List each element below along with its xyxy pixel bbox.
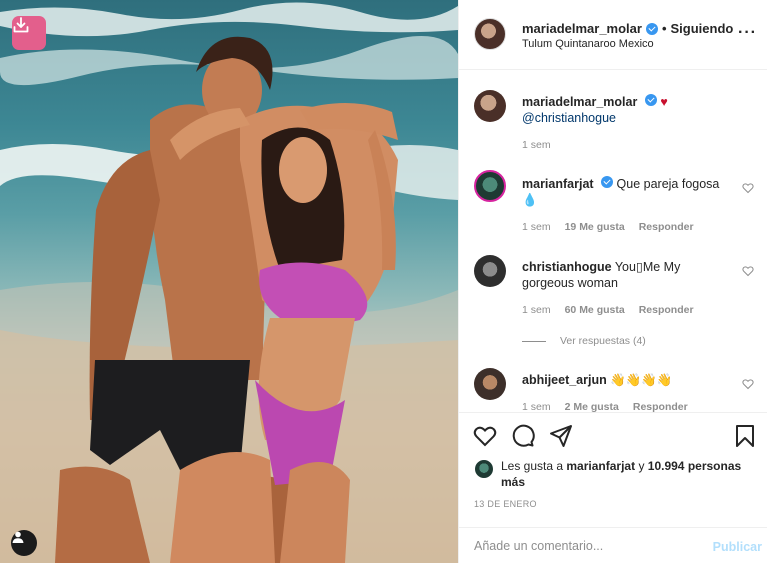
likes-conj: y — [638, 459, 645, 473]
add-comment-bar: Publicar — [459, 527, 767, 563]
comment-time[interactable]: 1 sem — [522, 401, 551, 412]
comment-avatar[interactable] — [474, 368, 506, 400]
comment-like-icon[interactable] — [742, 182, 754, 194]
more-options-icon[interactable]: ··· — [738, 24, 757, 42]
action-icons — [473, 424, 573, 448]
comment-text: christianhogue You▯Me My gorgeous woman — [522, 259, 732, 291]
comment-like-icon[interactable] — [742, 378, 754, 390]
caption-meta: 1 sem — [522, 139, 551, 151]
comment-like-icon[interactable] — [742, 265, 754, 277]
likes-text: Les gusta a marianfarjat y 10.994 person… — [474, 458, 754, 490]
likes-user[interactable]: marianfarjat — [566, 459, 635, 473]
likes-summary[interactable]: Les gusta a marianfarjat y 10.994 person… — [474, 458, 754, 490]
comment-emoji: 💧 — [522, 193, 538, 207]
comment-time[interactable]: 1 sem — [522, 221, 551, 233]
author-username[interactable]: mariadelmar_molar — [522, 21, 642, 36]
verified-badge-icon — [645, 22, 658, 35]
caption-text: mariadelmar_molar ♥ @christianhogue — [522, 94, 732, 126]
heart-emoji: ♥ — [660, 95, 668, 109]
comment-avatar[interactable] — [474, 255, 506, 287]
comment-body: 👋👋👋👋 — [610, 373, 673, 387]
caption-time[interactable]: 1 sem — [522, 139, 551, 151]
reply-button[interactable]: Responder — [639, 221, 694, 233]
share-icon[interactable] — [549, 424, 573, 448]
comment-likes[interactable]: 60 Me gusta — [565, 304, 625, 316]
post-date[interactable]: 13 DE ENERO — [474, 499, 537, 509]
comment-avatar[interactable] — [474, 170, 506, 202]
author-avatar[interactable] — [474, 18, 506, 50]
comment-username[interactable]: marianfarjat — [522, 177, 594, 191]
download-button[interactable] — [12, 16, 46, 50]
comment-meta: 1 sem 19 Me gusta Responder — [522, 221, 694, 233]
author-line: mariadelmar_molar • Siguiendo — [522, 21, 733, 36]
post-location[interactable]: Tulum Quintanaroo Mexico — [522, 38, 654, 50]
likes-prefix: Les gusta a — [501, 459, 564, 473]
photo-scene — [0, 2, 458, 563]
caption-avatar[interactable] — [474, 90, 506, 122]
post-header: mariadelmar_molar • Siguiendo Tulum Quin… — [459, 0, 767, 70]
post-photo[interactable] — [0, 0, 458, 563]
user-tag-button[interactable] — [11, 530, 37, 556]
post-details-panel: mariadelmar_molar • Siguiendo Tulum Quin… — [458, 0, 767, 563]
comment-meta: 1 sem 2 Me gusta Responder — [522, 401, 688, 412]
follow-status-button[interactable]: Siguiendo — [671, 21, 734, 36]
comment-username[interactable]: christianhogue — [522, 260, 612, 274]
reply-button[interactable]: Responder — [633, 401, 688, 412]
liker-avatar — [474, 459, 494, 479]
separator-dot: • — [661, 21, 667, 36]
caption-username[interactable]: mariadelmar_molar — [522, 95, 637, 109]
post-actions: Les gusta a marianfarjat y 10.994 person… — [459, 412, 767, 516]
comment-text: abhijeet_arjun 👋👋👋👋 — [522, 372, 732, 388]
heart-icon[interactable] — [473, 424, 497, 448]
replies-divider — [522, 340, 546, 342]
publish-button[interactable]: Publicar — [713, 540, 762, 554]
view-replies-button[interactable]: Ver respuestas (4) — [522, 335, 646, 347]
comment-likes[interactable]: 2 Me gusta — [565, 401, 619, 412]
comment-text: marianfarjat Que pareja fogosa 💧 — [522, 176, 732, 208]
comment-username[interactable]: abhijeet_arjun — [522, 373, 607, 387]
reply-button[interactable]: Responder — [639, 304, 694, 316]
bookmark-icon[interactable] — [734, 424, 756, 448]
comment-input[interactable] — [474, 539, 674, 553]
comment-likes[interactable]: 19 Me gusta — [565, 221, 625, 233]
verified-badge-icon — [601, 176, 614, 188]
comment-body: Que pareja fogosa — [616, 177, 720, 191]
caption-mention[interactable]: @christianhogue — [522, 111, 616, 125]
comments-list[interactable]: mariadelmar_molar ♥ @christianhogue 1 se… — [459, 70, 767, 412]
comment-icon[interactable] — [511, 424, 535, 448]
verified-badge-icon — [644, 94, 657, 106]
comment-time[interactable]: 1 sem — [522, 304, 551, 316]
view-replies-label: Ver respuestas (4) — [560, 335, 646, 347]
comment-meta: 1 sem 60 Me gusta Responder — [522, 304, 694, 316]
